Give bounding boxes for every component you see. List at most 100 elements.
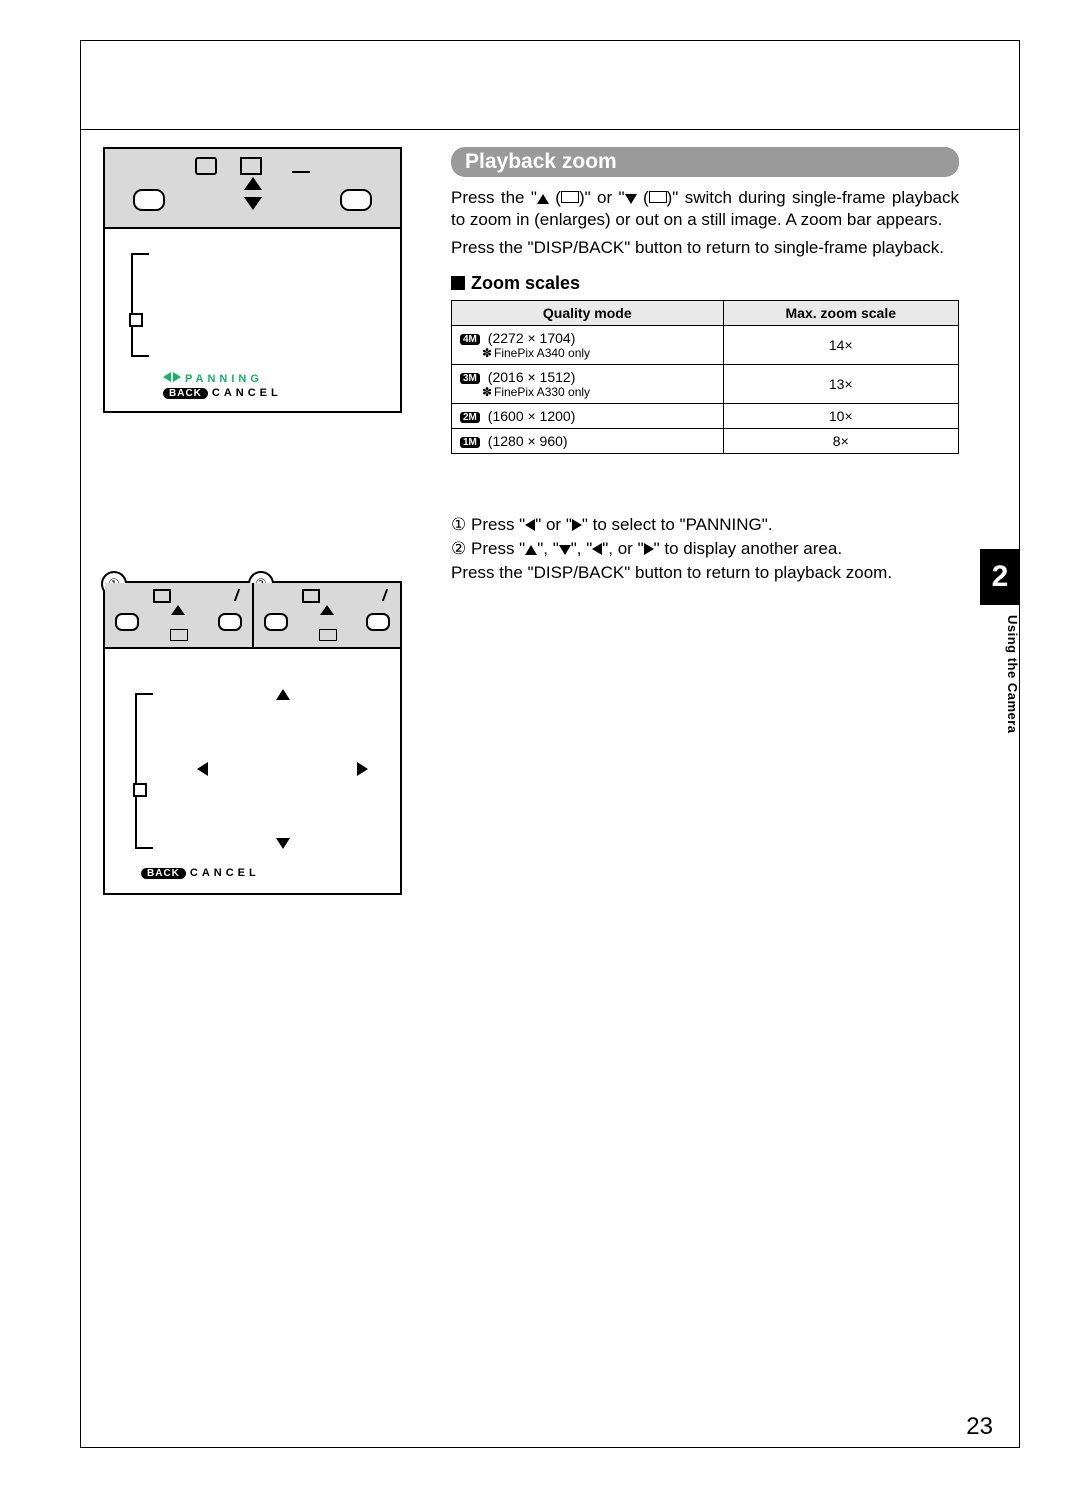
screen-labels: PANNING BACK CANCEL <box>163 372 374 399</box>
manual-page: PANNING BACK CANCEL ① ② <box>0 0 1080 1508</box>
camera-controls-panel <box>105 149 400 229</box>
model-note: ✽FinePix A340 only <box>482 346 715 360</box>
th-max: Max. zoom scale <box>723 301 958 326</box>
square-bullet-icon <box>451 276 465 290</box>
down-arrow-icon <box>276 838 290 849</box>
down-arrow-icon <box>625 194 637 204</box>
flash-icon <box>292 157 310 173</box>
left-button-outline <box>133 189 165 211</box>
zoom-bar <box>135 693 153 849</box>
text-run: Press " <box>471 515 525 534</box>
cell-quality: 1M (1280 × 960) <box>452 429 724 454</box>
cell-quality: 3M (2016 × 1512)✽FinePix A330 only <box>452 365 724 404</box>
up-arrow-icon <box>276 689 290 700</box>
cell-quality: 2M (1600 × 1200) <box>452 404 724 429</box>
lcd-screen: PANNING BACK CANCEL <box>131 247 374 399</box>
back-pill: BACK <box>141 868 186 879</box>
text-run: " to display another area. <box>654 539 842 558</box>
text-run: Press the " <box>451 188 537 207</box>
wide-icon <box>319 629 337 641</box>
cancel-text: CANCEL <box>190 867 260 879</box>
panning-label: PANNING <box>163 372 374 385</box>
text-run: ( <box>637 188 649 207</box>
step-1: ① Press "" or "" to select to "PANNING". <box>451 514 959 536</box>
section-heading: Playback zoom <box>451 147 959 177</box>
cell-scale: 8× <box>723 429 958 454</box>
up-arrow-icon <box>171 605 185 615</box>
lcd-screen-panning: BACK CANCEL <box>135 687 370 879</box>
header-blank-zone <box>81 41 1019 130</box>
step-after: Press the "DISP/BACK" button to return t… <box>451 562 959 584</box>
cell-scale: 13× <box>723 365 958 404</box>
model-note: ✽FinePix A330 only <box>482 385 715 399</box>
chapter-label: Using the Camera <box>980 615 1020 805</box>
text-run: )" or " <box>579 188 625 207</box>
sub-heading-text: Zoom scales <box>471 273 580 293</box>
step-list: ① Press "" or "" to select to "PANNING".… <box>451 514 959 584</box>
tele-icon <box>561 191 579 203</box>
wide-icon <box>170 629 188 641</box>
page-frame: PANNING BACK CANCEL ① ② <box>80 40 1020 1448</box>
panning-text: PANNING <box>185 373 263 385</box>
step-after-text: Press the "DISP/BACK" button to return t… <box>451 562 959 584</box>
tele-icon <box>240 157 262 175</box>
illustration-column: PANNING BACK CANCEL ① ② <box>103 147 408 895</box>
text-run: ", " <box>537 539 559 558</box>
note-star-icon: ✽ <box>482 346 492 360</box>
right-button-outline <box>366 613 390 631</box>
text-run: " to select to "PANNING". <box>582 515 773 534</box>
cancel-label: BACK CANCEL <box>141 867 260 879</box>
chapter-tab: 2 Using the Camera <box>980 549 1020 809</box>
up-arrow-icon <box>525 545 537 555</box>
page-number: 23 <box>966 1413 993 1441</box>
flash-icon <box>225 589 239 601</box>
panel-1 <box>105 583 254 647</box>
zoom-indicator-icon <box>129 313 143 327</box>
text-run: Press " <box>471 539 525 558</box>
down-arrow-icon <box>244 197 262 210</box>
right-arrow-icon <box>644 543 654 555</box>
left-button-outline <box>264 613 288 631</box>
paragraph-1: Press the " ()" or " ()" switch during s… <box>451 187 959 231</box>
illustration-panning: ① ② <box>103 581 402 895</box>
cancel-text: CANCEL <box>212 387 282 399</box>
zoom-indicator-icon <box>133 783 147 797</box>
cell-scale: 14× <box>723 326 958 365</box>
zoom-bar <box>131 253 149 357</box>
table-row: 3M (2016 × 1512)✽FinePix A330 only13× <box>452 365 959 404</box>
sub-heading: Zoom scales <box>451 273 959 294</box>
th-quality: Quality mode <box>452 301 724 326</box>
tele-icon <box>153 589 171 603</box>
mp-badge: 2M <box>460 412 480 423</box>
cell-quality: 4M (2272 × 1704)✽FinePix A340 only <box>452 326 724 365</box>
zoom-scales-table: Quality mode Max. zoom scale 4M (2272 × … <box>451 300 959 454</box>
up-arrow-icon <box>244 177 262 190</box>
left-arrow-icon <box>525 519 535 531</box>
panel-2 <box>254 583 401 647</box>
back-pill: BACK <box>163 388 208 399</box>
step-text: Press "" or "" to select to "PANNING". <box>471 514 959 536</box>
step-2: ② Press " ", " ", " ", or " " to display ano… <box>451 538 959 560</box>
dual-control-panels <box>105 583 400 649</box>
cancel-label: BACK CANCEL <box>163 387 374 399</box>
right-button-outline <box>218 613 242 631</box>
mp-badge: 4M <box>460 334 480 345</box>
up-arrow-icon <box>537 194 549 204</box>
step-text: Press " ", " ", " ", or " " to display anoth… <box>471 538 959 560</box>
table-row: 1M (1280 × 960)8× <box>452 429 959 454</box>
right-arrow-icon <box>572 519 582 531</box>
text-run: ", or " <box>602 539 643 558</box>
macro-icon <box>195 157 217 175</box>
left-arrow-icon <box>197 762 208 776</box>
page-content: PANNING BACK CANCEL ① ② <box>81 129 1019 1447</box>
wide-icon <box>649 191 667 203</box>
step-num: ② <box>451 538 471 560</box>
note-star-icon: ✽ <box>482 385 492 399</box>
text-column: Playback zoom Press the " ()" or " ()" s… <box>451 147 959 587</box>
text-run: ", " <box>571 539 593 558</box>
down-arrow-icon <box>559 545 571 555</box>
right-arrow-icon <box>357 762 368 776</box>
mp-badge: 1M <box>460 437 480 448</box>
left-button-outline <box>115 613 139 631</box>
illustration-zoom: PANNING BACK CANCEL <box>103 147 402 413</box>
